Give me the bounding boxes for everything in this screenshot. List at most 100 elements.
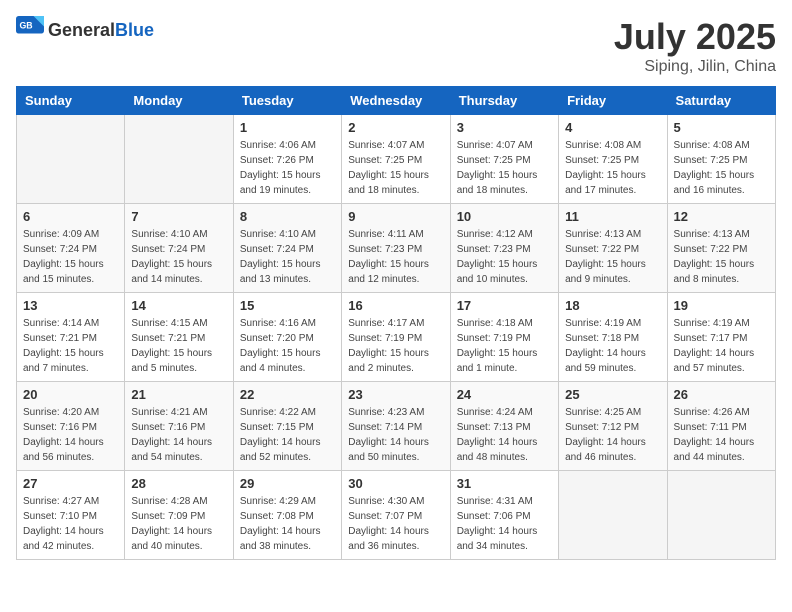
day-number: 31 [457, 476, 552, 491]
day-number: 27 [23, 476, 118, 491]
calendar-cell: 21 Sunrise: 4:21 AM Sunset: 7:16 PM Dayli… [125, 382, 233, 471]
day-info: Sunrise: 4:13 AM Sunset: 7:22 PM Dayligh… [565, 227, 660, 287]
day-number: 17 [457, 298, 552, 313]
day-number: 21 [131, 387, 226, 402]
day-number: 28 [131, 476, 226, 491]
calendar-location: Siping, Jilin, China [614, 58, 776, 76]
day-number: 4 [565, 120, 660, 135]
calendar-cell: 7Sunrise: 4:10 AM Sunset: 7:24 PM Daylig… [125, 204, 233, 293]
day-info: Sunrise: 4:09 AM Sunset: 7:24 PM Dayligh… [23, 227, 118, 287]
day-info: Sunrise: 4:22 AM Sunset: 7:15 PM Dayligh… [240, 405, 335, 465]
day-number: 16 [348, 298, 443, 313]
day-number: 25 [565, 387, 660, 402]
day-number: 15 [240, 298, 335, 313]
calendar-cell: 28Sunrise: 4:28 AM Sunset: 7:09 PM Dayli… [125, 471, 233, 560]
calendar-cell: 31 Sunrise: 4:31 AM Sunset: 7:06 PM Dayli… [450, 471, 558, 560]
calendar-cell [125, 115, 233, 204]
weekday-header-monday: Monday [125, 87, 233, 115]
calendar-cell: 10 Sunrise: 4:12 AM Sunset: 7:23 PM Dayli… [450, 204, 558, 293]
calendar-cell: 14 Sunrise: 4:15 AM Sunset: 7:21 PM Dayli… [125, 293, 233, 382]
day-info: Sunrise: 4:20 AM Sunset: 7:16 PM Dayligh… [23, 405, 118, 465]
day-info: Sunrise: 4:30 AM Sunset: 7:07 PM Dayligh… [348, 494, 443, 554]
day-number: 13 [23, 298, 118, 313]
weekday-header-sunday: Sunday [17, 87, 125, 115]
title-block: July 2025 Siping, Jilin, China [614, 16, 776, 76]
calendar-cell: 6 Sunrise: 4:09 AM Sunset: 7:24 PM Daylig… [17, 204, 125, 293]
calendar-cell: 30 Sunrise: 4:30 AM Sunset: 7:07 PM Dayli… [342, 471, 450, 560]
calendar-cell: 9Sunrise: 4:11 AM Sunset: 7:23 PM Daylig… [342, 204, 450, 293]
day-info: Sunrise: 4:31 AM Sunset: 7:06 PM Dayligh… [457, 494, 552, 554]
calendar-cell [667, 471, 775, 560]
day-number: 8 [240, 209, 335, 224]
calendar-cell: 3 Sunrise: 4:07 AM Sunset: 7:25 PM Daylig… [450, 115, 558, 204]
calendar-cell [559, 471, 667, 560]
calendar-title: July 2025 [614, 16, 776, 58]
day-number: 24 [457, 387, 552, 402]
day-info: Sunrise: 4:25 AM Sunset: 7:12 PM Dayligh… [565, 405, 660, 465]
calendar-cell: 17 Sunrise: 4:18 AM Sunset: 7:19 PM Dayli… [450, 293, 558, 382]
day-number: 20 [23, 387, 118, 402]
day-info: Sunrise: 4:27 AM Sunset: 7:10 PM Dayligh… [23, 494, 118, 554]
day-info: Sunrise: 4:13 AM Sunset: 7:22 PM Dayligh… [674, 227, 769, 287]
calendar-cell: 19 Sunrise: 4:19 AM Sunset: 7:17 PM Dayli… [667, 293, 775, 382]
weekday-header-thursday: Thursday [450, 87, 558, 115]
calendar-cell: 25 Sunrise: 4:25 AM Sunset: 7:12 PM Dayli… [559, 382, 667, 471]
calendar-cell: 12 Sunrise: 4:13 AM Sunset: 7:22 PM Dayli… [667, 204, 775, 293]
svg-text:GB: GB [20, 20, 33, 30]
calendar-cell: 11Sunrise: 4:13 AM Sunset: 7:22 PM Dayli… [559, 204, 667, 293]
weekday-header-tuesday: Tuesday [233, 87, 341, 115]
calendar-table: SundayMondayTuesdayWednesdayThursdayFrid… [16, 86, 776, 560]
day-number: 29 [240, 476, 335, 491]
calendar-cell: 4Sunrise: 4:08 AM Sunset: 7:25 PM Daylig… [559, 115, 667, 204]
day-info: Sunrise: 4:18 AM Sunset: 7:19 PM Dayligh… [457, 316, 552, 376]
day-number: 30 [348, 476, 443, 491]
day-info: Sunrise: 4:12 AM Sunset: 7:23 PM Dayligh… [457, 227, 552, 287]
day-number: 19 [674, 298, 769, 313]
weekday-header-saturday: Saturday [667, 87, 775, 115]
weekday-header-friday: Friday [559, 87, 667, 115]
day-info: Sunrise: 4:29 AM Sunset: 7:08 PM Dayligh… [240, 494, 335, 554]
logo-icon: GB [16, 16, 44, 44]
day-info: Sunrise: 4:10 AM Sunset: 7:24 PM Dayligh… [131, 227, 226, 287]
day-info: Sunrise: 4:19 AM Sunset: 7:18 PM Dayligh… [565, 316, 660, 376]
day-number: 14 [131, 298, 226, 313]
calendar-cell [17, 115, 125, 204]
day-number: 10 [457, 209, 552, 224]
day-number: 6 [23, 209, 118, 224]
logo-text-general: General [48, 20, 115, 40]
day-info: Sunrise: 4:24 AM Sunset: 7:13 PM Dayligh… [457, 405, 552, 465]
weekday-header-row: SundayMondayTuesdayWednesdayThursdayFrid… [17, 87, 776, 115]
calendar-cell: 16 Sunrise: 4:17 AM Sunset: 7:19 PM Dayli… [342, 293, 450, 382]
calendar-cell: 5 Sunrise: 4:08 AM Sunset: 7:25 PM Daylig… [667, 115, 775, 204]
day-number: 2 [348, 120, 443, 135]
calendar-cell: 1Sunrise: 4:06 AM Sunset: 7:26 PM Daylig… [233, 115, 341, 204]
day-number: 5 [674, 120, 769, 135]
page-header: GB GeneralBlue July 2025 Siping, Jilin, … [16, 16, 776, 76]
day-info: Sunrise: 4:08 AM Sunset: 7:25 PM Dayligh… [674, 138, 769, 198]
day-number: 23 [348, 387, 443, 402]
day-number: 12 [674, 209, 769, 224]
day-info: Sunrise: 4:23 AM Sunset: 7:14 PM Dayligh… [348, 405, 443, 465]
calendar-cell: 27 Sunrise: 4:27 AM Sunset: 7:10 PM Dayli… [17, 471, 125, 560]
calendar-week-5: 27 Sunrise: 4:27 AM Sunset: 7:10 PM Dayli… [17, 471, 776, 560]
day-number: 22 [240, 387, 335, 402]
calendar-cell: 13 Sunrise: 4:14 AM Sunset: 7:21 PM Dayli… [17, 293, 125, 382]
day-info: Sunrise: 4:14 AM Sunset: 7:21 PM Dayligh… [23, 316, 118, 376]
calendar-cell: 15Sunrise: 4:16 AM Sunset: 7:20 PM Dayli… [233, 293, 341, 382]
day-info: Sunrise: 4:10 AM Sunset: 7:24 PM Dayligh… [240, 227, 335, 287]
day-number: 3 [457, 120, 552, 135]
calendar-cell: 20 Sunrise: 4:20 AM Sunset: 7:16 PM Dayli… [17, 382, 125, 471]
day-info: Sunrise: 4:17 AM Sunset: 7:19 PM Dayligh… [348, 316, 443, 376]
calendar-week-2: 6 Sunrise: 4:09 AM Sunset: 7:24 PM Daylig… [17, 204, 776, 293]
day-info: Sunrise: 4:07 AM Sunset: 7:25 PM Dayligh… [457, 138, 552, 198]
day-info: Sunrise: 4:15 AM Sunset: 7:21 PM Dayligh… [131, 316, 226, 376]
day-info: Sunrise: 4:19 AM Sunset: 7:17 PM Dayligh… [674, 316, 769, 376]
calendar-week-3: 13 Sunrise: 4:14 AM Sunset: 7:21 PM Dayli… [17, 293, 776, 382]
calendar-cell: 23 Sunrise: 4:23 AM Sunset: 7:14 PM Dayli… [342, 382, 450, 471]
calendar-week-1: 1Sunrise: 4:06 AM Sunset: 7:26 PM Daylig… [17, 115, 776, 204]
calendar-week-4: 20 Sunrise: 4:20 AM Sunset: 7:16 PM Dayli… [17, 382, 776, 471]
day-info: Sunrise: 4:07 AM Sunset: 7:25 PM Dayligh… [348, 138, 443, 198]
calendar-cell: 2 Sunrise: 4:07 AM Sunset: 7:25 PM Daylig… [342, 115, 450, 204]
day-info: Sunrise: 4:21 AM Sunset: 7:16 PM Dayligh… [131, 405, 226, 465]
day-number: 9 [348, 209, 443, 224]
